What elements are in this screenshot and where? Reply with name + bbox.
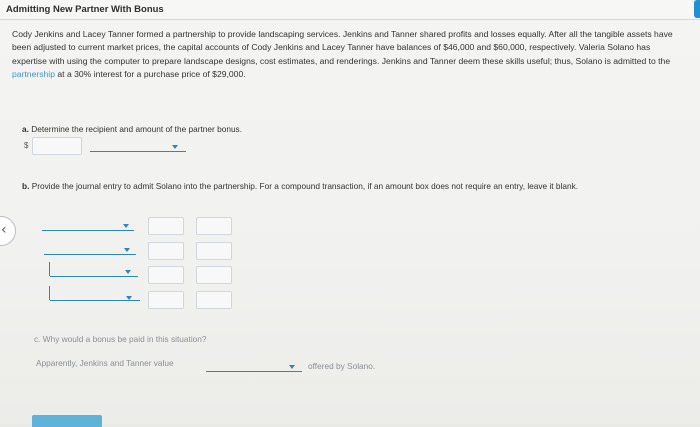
problem-text: Cody Jenkins and Lacey Tanner formed a p… <box>12 28 686 82</box>
header-bar: Admitting New Partner With Bonus <box>0 0 700 20</box>
question-b: b. Provide the journal entry to admit So… <box>22 180 662 193</box>
caret-down-icon[interactable] <box>126 296 132 300</box>
answer-c-prefix: Apparently, Jenkins and Tanner value <box>36 358 174 368</box>
debit-input-2[interactable] <box>148 242 184 260</box>
page-title: Admitting New Partner With Bonus <box>6 4 164 15</box>
debit-input-4[interactable] <box>148 291 184 309</box>
question-b-letter: b. <box>22 181 30 191</box>
caret-down-icon[interactable] <box>124 248 130 252</box>
page: Admitting New Partner With Bonus Cody Je… <box>0 0 700 427</box>
question-a: a. Determine the recipient and amount of… <box>22 124 242 134</box>
check-work-button[interactable] <box>32 415 102 427</box>
question-c: c. Why would a bonus be paid in this sit… <box>34 334 207 344</box>
currency-symbol: $ <box>24 141 29 150</box>
credit-input-3[interactable] <box>196 266 232 284</box>
caret-down-icon[interactable] <box>125 270 131 274</box>
journal-account-select-1[interactable] <box>42 220 134 231</box>
caret-down-icon[interactable] <box>289 365 295 369</box>
answer-c-suffix: offered by Solano. <box>308 361 376 371</box>
chevron-left-icon: ‹ <box>1 222 7 238</box>
question-a-letter: a. <box>22 124 29 134</box>
problem-text-before: Cody Jenkins and Lacey Tanner formed a p… <box>12 29 673 66</box>
question-c-text: Why would a bonus be paid in this situat… <box>42 334 207 344</box>
question-c-letter: c. <box>34 334 41 344</box>
answer-c-select[interactable] <box>206 361 302 372</box>
journal-account-select-2[interactable] <box>44 244 136 255</box>
caret-down-icon[interactable] <box>172 145 178 149</box>
question-a-text: Determine the recipient and amount of th… <box>31 124 243 134</box>
question-b-text: Provide the journal entry to admit Solan… <box>31 181 579 191</box>
credit-input-1[interactable] <box>196 217 232 235</box>
caret-down-icon[interactable] <box>123 224 129 228</box>
debit-input-3[interactable] <box>148 266 184 284</box>
credit-input-4[interactable] <box>196 291 232 309</box>
glossary-link[interactable]: partnership <box>12 69 55 79</box>
prev-nav-button[interactable]: ‹ <box>0 216 16 246</box>
problem-text-after: at a 30% interest for a purchase price o… <box>55 69 246 80</box>
side-panel-tab[interactable] <box>694 0 700 18</box>
debit-input-1[interactable] <box>148 217 184 235</box>
bonus-amount-input[interactable] <box>32 137 82 155</box>
credit-input-2[interactable] <box>196 242 232 260</box>
